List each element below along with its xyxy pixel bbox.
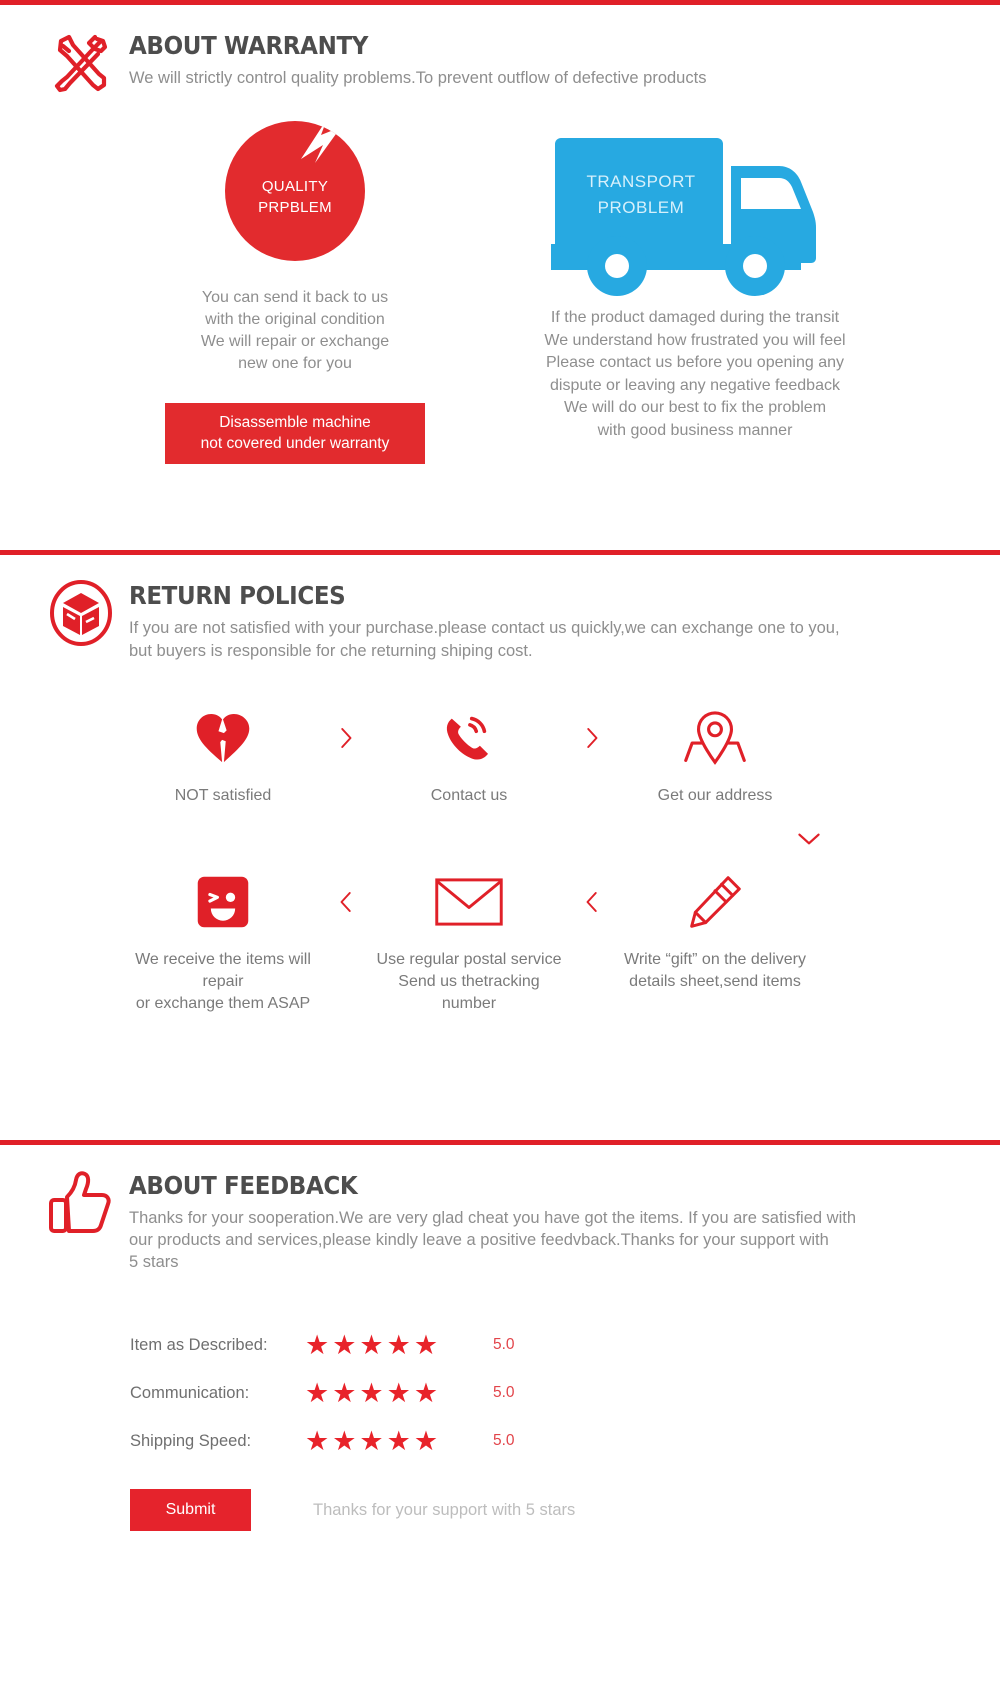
transport-problem-column: TRANSPORT PROBLEM If the product damaged… — [480, 121, 910, 464]
flow-step-postal-service: Use regular postal service Send us thetr… — [376, 869, 562, 1015]
submit-note: Thanks for your support with 5 stars — [313, 1500, 576, 1519]
flow-label-postal-service-line1: Use regular postal service — [376, 951, 562, 968]
about-feedback-section: ABOUT FEEDBACK Thanks for your sooperati… — [0, 1145, 1000, 1685]
flow-label-not-satisfied: NOT satisfied — [174, 787, 272, 804]
submit-button[interactable]: Submit — [130, 1489, 251, 1531]
flow-label-contact-us: Contact us — [430, 787, 508, 804]
flow-label-receive-repair: We receive the items will repair or exch… — [130, 949, 316, 1015]
location-pin-icon — [622, 705, 808, 771]
flow-arrow-right-1 — [316, 705, 376, 771]
rating-stars-shipping-speed[interactable]: ★★★★★ — [305, 1427, 483, 1455]
quality-line-1: You can send it back to us — [201, 289, 389, 306]
quality-badge-line1: QUALITY — [261, 178, 329, 195]
transport-line-3: Please contact us before you opening any — [546, 354, 844, 371]
transport-description: If the product damaged during the transi… — [480, 307, 910, 442]
transport-line-2: We understand how frustrated you will fe… — [544, 331, 846, 349]
quality-badge-line2: PRPBLEM — [258, 199, 332, 216]
warning-line-1: Disassemble machine — [219, 414, 371, 431]
page-title-feedback: ABOUT FEEDBACK — [129, 1171, 358, 1200]
rating-stars-item-as-described[interactable]: ★★★★★ — [305, 1331, 483, 1359]
return-polices-section: RETURN POLICES If you are not satisfied … — [0, 555, 1000, 1140]
rating-row-shipping-speed: Shipping Speed: ★★★★★ 5.0 — [130, 1417, 1000, 1465]
transport-line-5: We will do our best to fix the problem — [563, 399, 827, 416]
rating-value-shipping-speed: 5.0 — [493, 1432, 515, 1449]
flow-label-receive-repair-line1: We receive the items will repair — [135, 951, 311, 990]
feedback-body-line1: Thanks for your sooperation.We are very … — [129, 1209, 856, 1227]
quality-line-4: new one for you — [238, 355, 352, 372]
feedback-body: Thanks for your sooperation.We are very … — [129, 1207, 856, 1273]
transport-line-1: If the product damaged during the transi… — [550, 309, 840, 326]
rating-label-item-as-described: Item as Described: — [130, 1335, 268, 1354]
rating-stars-communication[interactable]: ★★★★★ — [305, 1379, 483, 1407]
rating-value-communication: 5.0 — [493, 1384, 515, 1401]
chevron-down-icon — [617, 817, 1000, 861]
broken-heart-icon — [130, 705, 316, 771]
page-title-warranty: ABOUT WARRANTY — [129, 31, 369, 60]
flow-step-not-satisfied: NOT satisfied — [130, 705, 316, 807]
warning-line-2: not covered under warranty — [200, 435, 390, 452]
returns-subtitle: If you are not satisfied with your purch… — [129, 617, 840, 663]
flow-label-postal-service: Use regular postal service Send us thetr… — [376, 949, 562, 1015]
lightning-bolt-icon — [301, 121, 341, 163]
feedback-body-line3: 5 stars — [129, 1253, 179, 1271]
returns-header: RETURN POLICES If you are not satisfied … — [0, 555, 1000, 663]
return-flow-row-1: NOT satisfied Contact us Get our address — [130, 705, 1000, 807]
flow-label-postal-service-line2: Send us thetracking number — [398, 973, 540, 1012]
wrench-screwdriver-icon — [45, 27, 117, 99]
flow-label-write-gift-line2: details sheet,send items — [629, 973, 801, 990]
quality-description: You can send it back to us with the orig… — [130, 287, 460, 375]
returns-subtitle-line1: If you are not satisfied with your purch… — [129, 619, 840, 637]
rating-row-communication: Communication: ★★★★★ 5.0 — [130, 1369, 1000, 1417]
flow-step-get-address: Get our address — [622, 705, 808, 807]
pencil-icon — [622, 869, 808, 935]
flow-label-receive-repair-line2: or exchange them ASAP — [135, 995, 311, 1012]
quality-line-2: with the original condition — [205, 311, 385, 328]
warranty-header-text: ABOUT WARRANTY We will strictly control … — [129, 27, 706, 90]
wink-smiley-icon — [130, 869, 316, 935]
return-flow: NOT satisfied Contact us Get our address… — [0, 705, 1000, 1015]
rating-row-item-as-described: Item as Described: ★★★★★ 5.0 — [130, 1321, 1000, 1369]
warranty-header: ABOUT WARRANTY We will strictly control … — [0, 5, 1000, 99]
envelope-icon — [376, 869, 562, 935]
flow-step-contact-us: Contact us — [376, 705, 562, 807]
delivery-truck-icon: TRANSPORT PROBLEM — [480, 121, 910, 301]
quality-line-3: We will repair or exchange — [200, 333, 390, 350]
flow-step-receive-repair: We receive the items will repair or exch… — [130, 869, 316, 1015]
warranty-columns: QUALITY PRPBLEM You can send it back to … — [0, 121, 1000, 464]
rating-value-item-as-described: 5.0 — [493, 1336, 515, 1353]
warranty-policy-page: ABOUT WARRANTY We will strictly control … — [0, 0, 1000, 1675]
transport-line-4: dispute or leaving any negative feedback — [550, 376, 840, 394]
flow-step-write-gift: Write “gift” on the delivery details she… — [622, 869, 808, 993]
submit-row: Submit Thanks for your support with 5 st… — [130, 1489, 1000, 1531]
flow-arrow-left-1 — [316, 869, 376, 935]
disassemble-warning-banner: Disassemble machine not covered under wa… — [165, 403, 425, 464]
flow-arrow-left-2 — [562, 869, 622, 935]
flow-label-write-gift: Write “gift” on the delivery details she… — [622, 949, 808, 993]
about-warranty-section: ABOUT WARRANTY We will strictly control … — [0, 5, 1000, 550]
flow-label-get-address: Get our address — [657, 787, 773, 804]
feedback-header-text: ABOUT FEEDBACK Thanks for your sooperati… — [129, 1167, 856, 1273]
feedback-header: ABOUT FEEDBACK Thanks for your sooperati… — [0, 1145, 1000, 1273]
flow-arrow-right-2 — [562, 705, 622, 771]
return-box-icon — [45, 577, 117, 649]
flow-label-write-gift-line1: Write “gift” on the delivery — [624, 951, 806, 968]
warranty-subtitle: We will strictly control quality problem… — [129, 69, 707, 87]
return-flow-row-2: We receive the items will repair or exch… — [130, 869, 1000, 1015]
quality-badge-label: QUALITY PRPBLEM — [258, 164, 332, 218]
ratings-list: Item as Described: ★★★★★ 5.0 Communicati… — [0, 1321, 1000, 1531]
quality-problem-badge: QUALITY PRPBLEM — [225, 121, 365, 261]
thumbs-up-icon — [45, 1167, 117, 1239]
transport-line-6: with good business manner — [597, 421, 793, 439]
rating-label-communication: Communication: — [130, 1383, 250, 1402]
page-title-returns: RETURN POLICES — [129, 581, 346, 610]
rating-label-shipping-speed: Shipping Speed: — [130, 1431, 252, 1450]
quality-problem-column: QUALITY PRPBLEM You can send it back to … — [130, 121, 460, 464]
feedback-body-line2: our products and services,please kindly … — [129, 1231, 829, 1249]
phone-call-icon — [376, 705, 562, 771]
returns-subtitle-line2: but buyers is responsible for che return… — [129, 642, 533, 660]
returns-header-text: RETURN POLICES If you are not satisfied … — [129, 577, 840, 663]
